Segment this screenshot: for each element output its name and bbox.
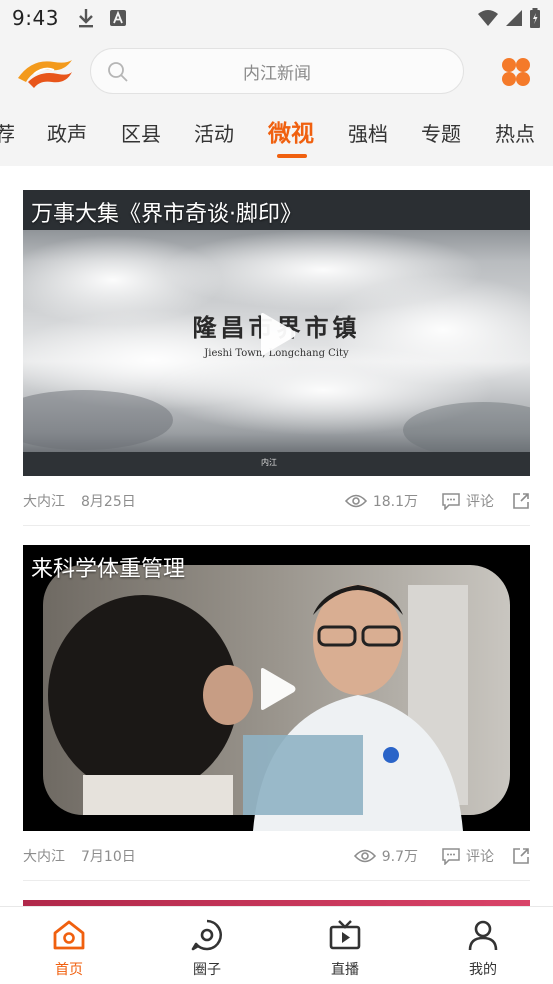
- bottom-navigation: 首页 圈子 直播 我的: [0, 906, 553, 984]
- search-icon: [108, 62, 128, 82]
- app-logo-icon[interactable]: [14, 52, 76, 92]
- user-icon: [468, 920, 498, 951]
- video-title: 万事大集《界市奇谈·脚印》: [31, 202, 302, 227]
- video-meta: 大内江 7月10日 9.7万 评论: [23, 831, 530, 881]
- date-label: 7月10日: [81, 848, 136, 865]
- comment-button[interactable]: 评论: [442, 491, 494, 511]
- signal-icon: [506, 10, 522, 26]
- nav-me[interactable]: 我的: [438, 919, 528, 979]
- nav-live[interactable]: 直播: [300, 919, 390, 979]
- tab-topics[interactable]: 专题: [421, 118, 461, 147]
- tv-icon: [329, 920, 361, 950]
- watermark: 内江: [261, 458, 277, 467]
- nav-me-label: 我的: [469, 962, 497, 978]
- tab-hot[interactable]: 热点: [495, 118, 535, 147]
- home-icon: [53, 920, 85, 950]
- nav-live-label: 直播: [331, 962, 359, 978]
- wifi-icon: [478, 10, 498, 26]
- active-tab-indicator: [277, 154, 307, 158]
- tab-recommend[interactable]: 荐: [0, 118, 15, 147]
- date-label: 8月25日: [81, 493, 136, 510]
- comment-label: 评论: [466, 849, 494, 865]
- share-icon[interactable]: [512, 847, 530, 865]
- view-count-text: 18.1万: [372, 494, 418, 510]
- top-bar: 内江新闻: [0, 36, 553, 106]
- share-icon[interactable]: [512, 492, 530, 510]
- comment-icon: [442, 847, 460, 865]
- view-count: 9.7万: [353, 846, 418, 866]
- category-tabs: 荐 政声 区县 活动 微视 强档 专题 热点: [0, 106, 553, 166]
- source-label: 大内江: [23, 848, 65, 865]
- tab-micro-video[interactable]: 微视: [268, 114, 314, 148]
- video-thumbnail[interactable]: 来科学体重管理: [23, 545, 530, 831]
- tab-politics[interactable]: 政声: [47, 118, 87, 147]
- nav-circle-label: 圈子: [193, 962, 221, 978]
- source-label: 大内江: [23, 493, 65, 510]
- status-bar: 9:43: [0, 0, 553, 36]
- video-card[interactable]: 万事大集《界市奇谈·脚印》 隆昌市界市镇 Jieshi Town, Longch…: [23, 190, 530, 526]
- comment-button[interactable]: 评论: [442, 846, 494, 866]
- nav-home-label: 首页: [55, 962, 83, 978]
- status-time: 9:43: [12, 6, 59, 30]
- tab-districts[interactable]: 区县: [121, 118, 161, 147]
- tab-activities[interactable]: 活动: [194, 118, 234, 147]
- view-count-text: 9.7万: [381, 849, 418, 865]
- video-title: 来科学体重管理: [31, 557, 186, 582]
- nav-circle[interactable]: 圈子: [162, 919, 252, 979]
- video-feed: 万事大集《界市奇谈·脚印》 隆昌市界市镇 Jieshi Town, Longch…: [0, 166, 553, 906]
- eye-icon: [353, 849, 376, 863]
- battery-icon: [530, 8, 540, 28]
- video-thumbnail[interactable]: 万事大集《界市奇谈·脚印》 隆昌市界市镇 Jieshi Town, Longch…: [23, 190, 530, 476]
- circle-icon: [191, 919, 223, 951]
- search-placeholder: 内江新闻: [243, 63, 311, 84]
- apps-grid-icon[interactable]: [500, 56, 532, 88]
- download-icon: [78, 9, 93, 28]
- app-a-icon: [109, 10, 126, 26]
- comment-icon: [442, 492, 460, 510]
- tab-featured[interactable]: 强档: [348, 118, 388, 147]
- view-count: 18.1万: [344, 491, 418, 511]
- video-meta: 大内江 8月25日 18.1万 评论: [23, 476, 530, 526]
- nav-home[interactable]: 首页: [24, 919, 114, 979]
- eye-icon: [344, 494, 367, 508]
- play-icon[interactable]: [257, 312, 297, 356]
- play-icon[interactable]: [257, 667, 297, 711]
- video-card[interactable]: 来科学体重管理 大内江 7月10日 9.7万 评论: [23, 545, 530, 881]
- comment-label: 评论: [466, 494, 494, 510]
- search-bar[interactable]: 内江新闻: [90, 48, 464, 94]
